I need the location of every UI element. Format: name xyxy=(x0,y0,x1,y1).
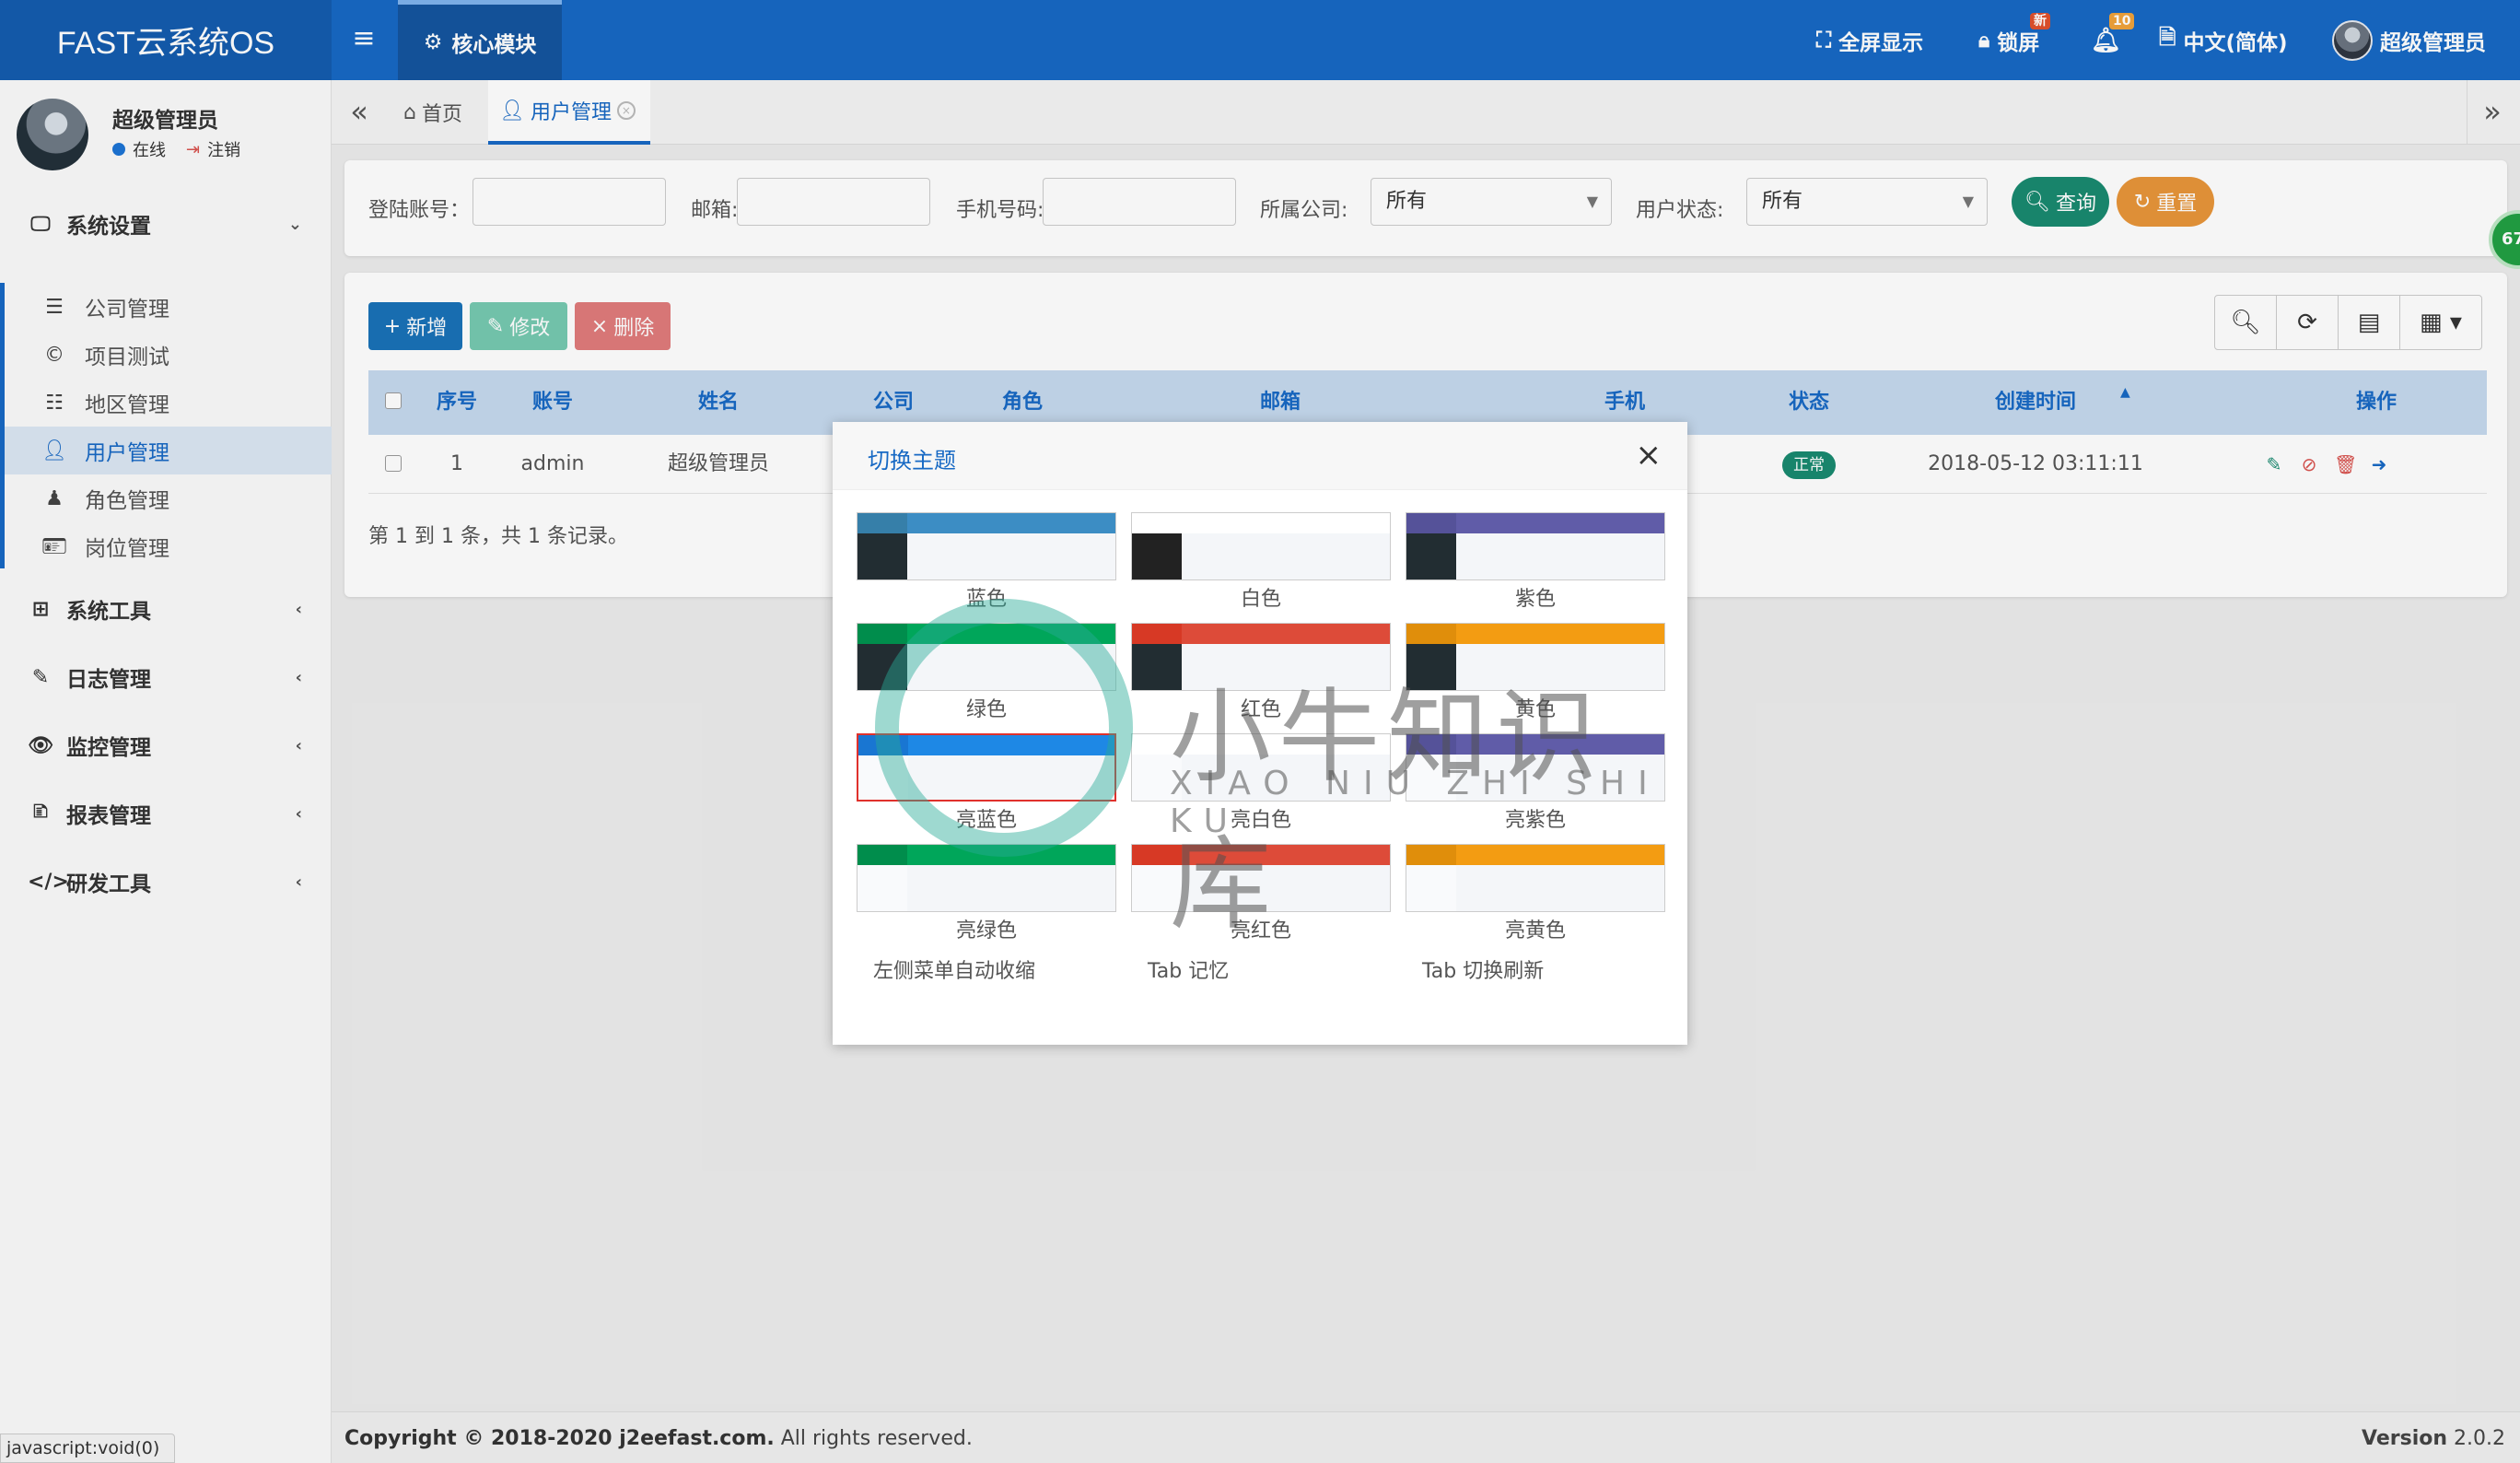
close-icon[interactable]: × xyxy=(1636,439,1662,472)
theme-swatch-label: 白色 xyxy=(1240,588,1281,611)
theme-swatch[interactable] xyxy=(1406,733,1665,802)
option-auto-collapse-menu[interactable]: 左侧菜单自动收缩 xyxy=(873,954,1035,984)
theme-swatch-label: 紫色 xyxy=(1514,588,1556,611)
dialog-title: 切换主题 xyxy=(868,448,956,474)
swatch-sidebar xyxy=(1132,533,1182,579)
theme-swatch-label: 亮绿色 xyxy=(955,919,1017,942)
swatch-logo-bar xyxy=(1406,624,1456,644)
swatch-logo-bar xyxy=(1132,845,1182,865)
swatch-logo-bar xyxy=(1406,845,1456,865)
swatch-logo-bar xyxy=(1406,513,1456,533)
swatch-sidebar xyxy=(858,533,907,579)
swatch-sidebar xyxy=(1132,865,1182,911)
theme-swatch[interactable] xyxy=(1131,512,1391,580)
theme-swatch-label: 亮黄色 xyxy=(1504,919,1566,942)
dialog-header: 切换主题 × xyxy=(833,422,1687,490)
theme-swatch[interactable] xyxy=(1406,844,1665,912)
theme-swatch-label: 绿色 xyxy=(965,698,1007,721)
swatch-logo-bar xyxy=(858,735,908,755)
swatch-sidebar xyxy=(1406,865,1456,911)
theme-swatch[interactable] xyxy=(857,733,1116,802)
swatch-sidebar xyxy=(858,644,907,690)
swatch-sidebar xyxy=(858,755,908,800)
option-tab-switch-refresh[interactable]: Tab 切换刷新 xyxy=(1422,954,1544,984)
theme-swatch[interactable] xyxy=(1406,512,1665,580)
theme-switch-dialog: 切换主题 × 左侧菜单自动收缩 Tab 记忆 Tab 切换刷新 蓝色 白色 紫色绿色… xyxy=(833,422,1687,1045)
theme-swatch-label: 亮红色 xyxy=(1230,919,1291,942)
swatch-sidebar xyxy=(1132,755,1182,801)
theme-swatch-label: 亮紫色 xyxy=(1504,809,1566,832)
theme-swatch-label: 亮白色 xyxy=(1230,809,1291,832)
theme-swatch[interactable] xyxy=(857,844,1116,912)
theme-swatch-label: 亮蓝色 xyxy=(955,809,1017,832)
theme-swatch[interactable] xyxy=(1131,623,1391,691)
swatch-logo-bar xyxy=(858,624,907,644)
theme-swatch[interactable] xyxy=(1131,844,1391,912)
swatch-logo-bar xyxy=(1132,513,1182,533)
swatch-sidebar xyxy=(1132,644,1182,690)
theme-swatch[interactable] xyxy=(1131,733,1391,802)
swatch-sidebar xyxy=(1406,533,1456,579)
theme-swatch-label: 红色 xyxy=(1240,698,1281,721)
theme-swatch[interactable] xyxy=(857,623,1116,691)
theme-swatch[interactable] xyxy=(857,512,1116,580)
swatch-sidebar xyxy=(1406,755,1456,801)
swatch-logo-bar xyxy=(1132,624,1182,644)
swatch-logo-bar xyxy=(858,513,907,533)
option-tab-memory[interactable]: Tab 记忆 xyxy=(1148,954,1229,984)
swatch-logo-bar xyxy=(1406,734,1456,755)
swatch-sidebar xyxy=(858,865,907,911)
swatch-logo-bar xyxy=(858,845,907,865)
theme-swatch-label: 蓝色 xyxy=(965,588,1007,611)
swatch-logo-bar xyxy=(1132,734,1182,755)
swatch-sidebar xyxy=(1406,644,1456,690)
theme-swatch[interactable] xyxy=(1406,623,1665,691)
theme-swatch-label: 黄色 xyxy=(1514,698,1556,721)
